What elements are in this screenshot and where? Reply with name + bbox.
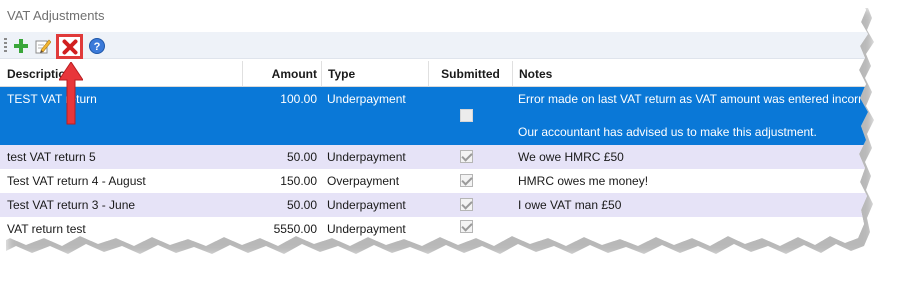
cell-notes: HMRC owes me money! [518, 174, 649, 188]
cell-description: test VAT return 5 [7, 150, 96, 164]
table-row[interactable]: test VAT return 5 50.00 Underpayment We … [0, 145, 868, 169]
cell-type: Underpayment [327, 222, 406, 236]
cell-description: VAT return test [7, 222, 86, 236]
cell-notes: We owe HMRC £50 [518, 150, 624, 164]
column-header-description[interactable]: Description [0, 61, 242, 87]
cell-type: Overpayment [327, 174, 400, 188]
table-row[interactable]: VAT return test 5550.00 Underpayment [0, 217, 868, 241]
window-title: VAT Adjustments [7, 8, 105, 23]
table-row[interactable]: Test VAT return 4 - August 150.00 Overpa… [0, 169, 868, 193]
column-header-submitted[interactable]: Submitted [428, 61, 512, 87]
cell-amount: 50.00 [286, 150, 317, 164]
help-button[interactable]: ? [86, 35, 107, 56]
add-button[interactable] [10, 35, 31, 56]
table-row[interactable]: Test VAT return 3 - June 50.00 Underpaym… [0, 193, 868, 217]
edit-pencil-icon [35, 39, 51, 53]
svg-text:?: ? [93, 41, 100, 53]
column-header-amount[interactable]: Amount [242, 61, 321, 87]
cell-description: Test VAT return 4 - August [7, 174, 146, 188]
submitted-checkbox[interactable] [460, 109, 473, 122]
cell-submitted [428, 87, 512, 145]
cell-notes: Error made on last VAT return as VAT amo… [512, 87, 868, 145]
column-header-notes[interactable]: Notes [512, 61, 868, 87]
title-bar: VAT Adjustments [0, 0, 868, 32]
cell-amount: 150.00 [280, 174, 317, 188]
cell-notes: I owe VAT man £50 [518, 198, 622, 212]
column-header-type[interactable]: Type [321, 61, 428, 87]
submitted-checkbox[interactable] [460, 150, 473, 163]
red-x-delete-icon [62, 39, 77, 54]
table-row-selected[interactable]: TEST VAT return 100.00 Underpayment Erro… [0, 87, 868, 145]
notes-line-2: Our accountant has advised us to make th… [518, 125, 817, 139]
cell-notes [512, 217, 868, 241]
annotation-arrow-icon [59, 62, 83, 125]
cell-amount: 100.00 [280, 92, 317, 106]
cell-type: Underpayment [327, 92, 406, 106]
help-question-icon: ? [88, 37, 105, 54]
toolbar-grip-icon[interactable] [4, 38, 7, 53]
submitted-checkbox[interactable] [460, 174, 473, 187]
cell-type: Underpayment [327, 150, 406, 164]
cell-type: Underpayment [327, 198, 406, 212]
cell-submitted [428, 145, 512, 169]
edit-button[interactable] [32, 35, 53, 56]
cell-amount: 50.00 [286, 198, 317, 212]
cell-submitted [428, 193, 512, 217]
toolbar: ? [0, 32, 868, 59]
cell-submitted [428, 169, 512, 193]
cell-description: TEST VAT return [7, 92, 97, 106]
cell-description: Test VAT return 3 - June [7, 198, 136, 212]
plus-icon [13, 38, 28, 53]
submitted-checkbox[interactable] [460, 198, 473, 211]
cell-amount: 5550.00 [273, 222, 317, 236]
delete-button[interactable] [56, 34, 83, 59]
submitted-checkbox[interactable] [460, 220, 473, 233]
notes-line-1: Error made on last VAT return as VAT amo… [518, 92, 868, 106]
vat-adjustments-panel: VAT Adjustments ? Description Amount Typ… [0, 0, 868, 246]
